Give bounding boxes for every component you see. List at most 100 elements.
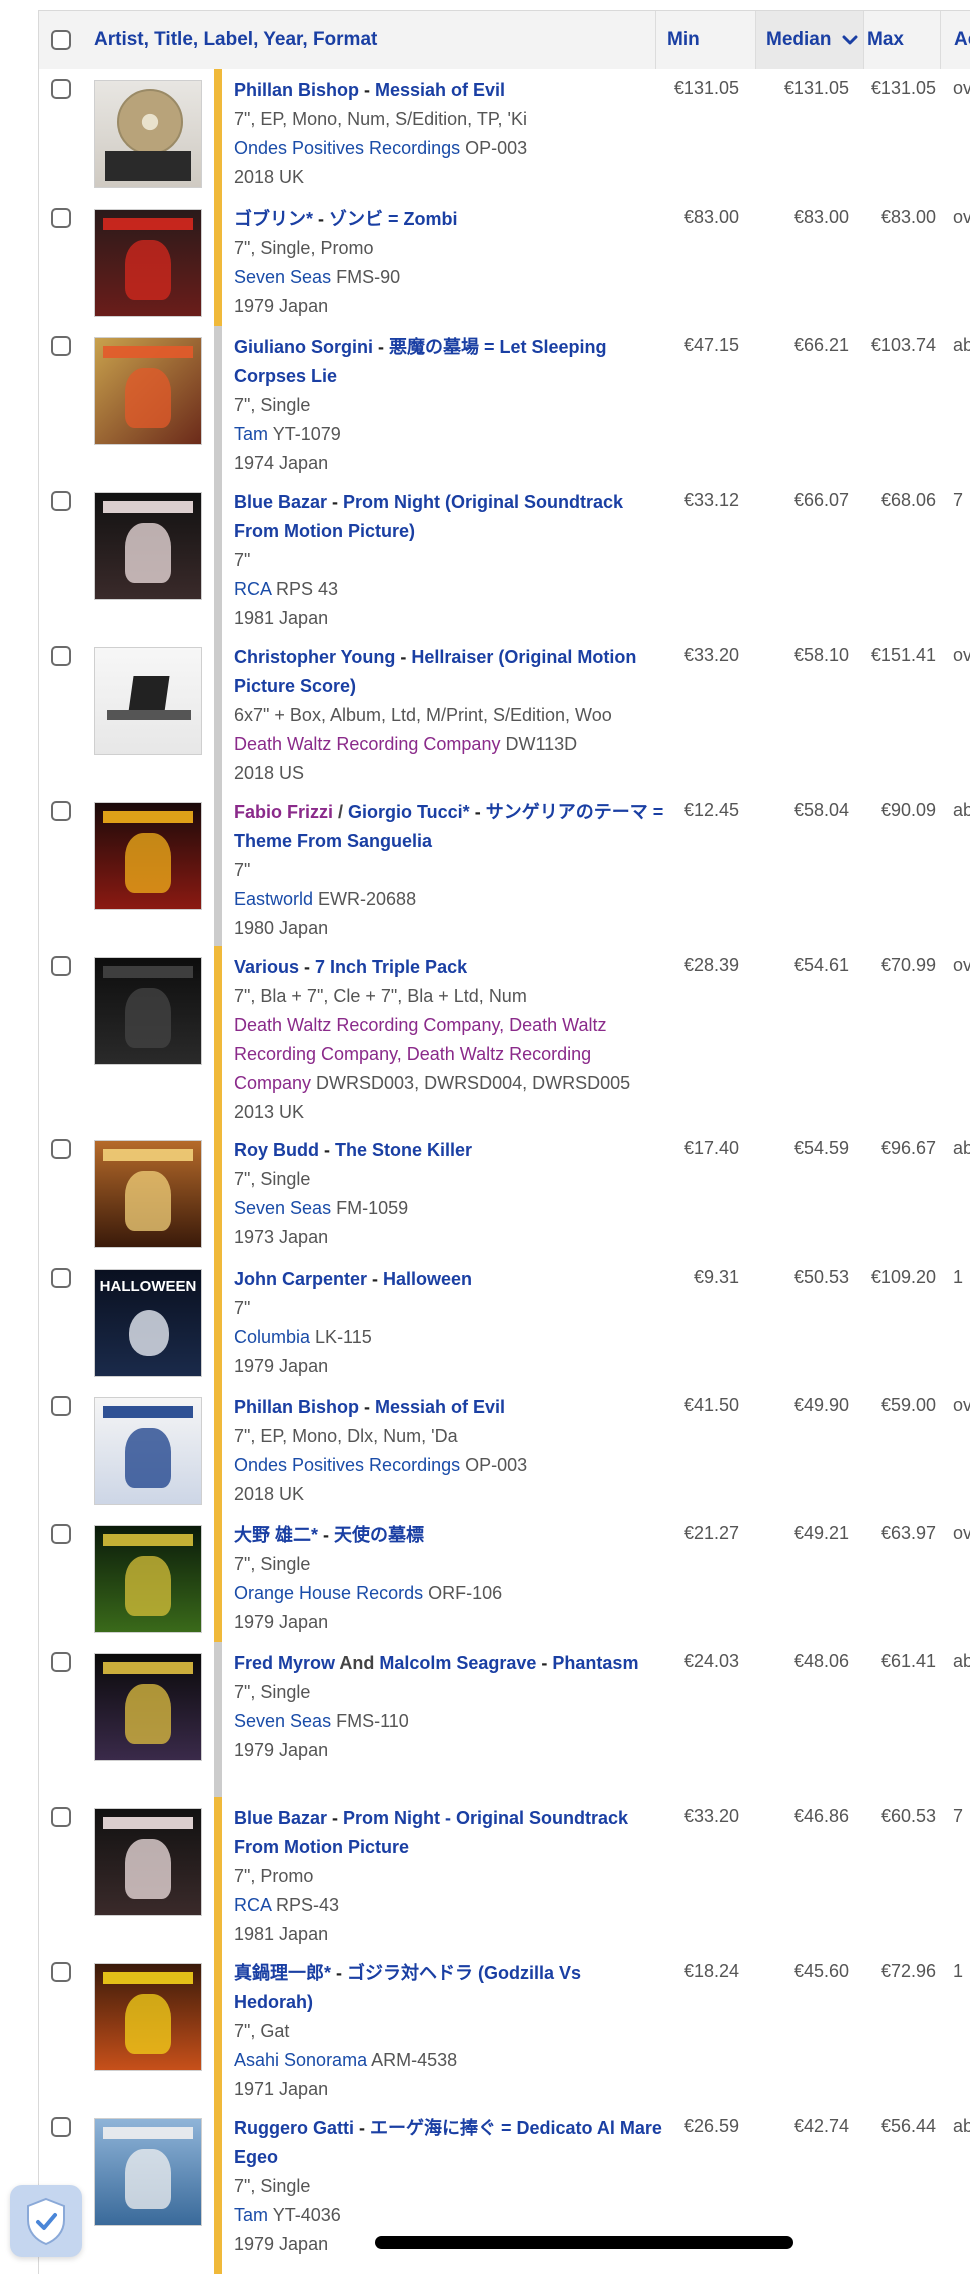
release-thumbnail[interactable] xyxy=(94,802,202,910)
label-link[interactable]: RCA xyxy=(234,579,271,599)
label-link[interactable]: Seven Seas xyxy=(234,267,331,287)
row-select-checkbox[interactable] xyxy=(51,1652,71,1672)
row-select-checkbox[interactable] xyxy=(51,1268,71,1288)
row-select-checkbox[interactable] xyxy=(51,646,71,666)
label-link[interactable]: Death Waltz Recording Company xyxy=(234,734,500,754)
release-thumbnail[interactable] xyxy=(94,80,202,188)
max-column-header[interactable]: Max xyxy=(867,11,904,69)
median-column-header[interactable]: Median xyxy=(756,11,863,69)
label-link[interactable]: Seven Seas xyxy=(234,1711,331,1731)
release-column-header[interactable]: Artist, Title, Label, Year, Format xyxy=(94,11,377,69)
release-thumbnail[interactable] xyxy=(94,1963,202,2071)
condition-bar xyxy=(214,2107,222,2274)
row-select-checkbox[interactable] xyxy=(51,336,71,356)
row-select-checkbox[interactable] xyxy=(51,1962,71,1982)
label-link[interactable]: Ondes Positives Recordings xyxy=(234,1455,460,1475)
min-column-header[interactable]: Min xyxy=(667,11,700,69)
label-link[interactable]: Ondes Positives Recordings xyxy=(234,138,460,158)
row-select-checkbox[interactable] xyxy=(51,208,71,228)
row-select-checkbox[interactable] xyxy=(51,2117,71,2137)
release-title-link[interactable]: Messiah of Evil xyxy=(375,1397,505,1417)
artist-link[interactable]: Fred Myrow xyxy=(234,1653,335,1673)
added-column-header[interactable]: Ac xyxy=(954,11,970,69)
release-info: Giuliano Sorgini - 悪魔の墓場 = Let Sleeping … xyxy=(234,333,664,478)
label-link[interactable]: Seven Seas xyxy=(234,1198,331,1218)
artist-link[interactable]: Roy Budd xyxy=(234,1140,319,1160)
release-thumbnail[interactable] xyxy=(94,2118,202,2226)
privacy-shield-button[interactable] xyxy=(10,2185,82,2257)
vinyl-disc-art xyxy=(117,89,183,155)
table-row[interactable]: Fabio Frizzi / Giorgio Tucci* - サンゲリアのテー… xyxy=(39,791,970,947)
artist-link[interactable]: Blue Bazar xyxy=(234,492,327,512)
table-row[interactable]: Blue Bazar - Prom Night (Original Soundt… xyxy=(39,481,970,637)
table-row[interactable]: 真鍋理一郎* - ゴジラ対ヘドラ (Godzilla Vs Hedorah) 7"… xyxy=(39,1952,970,2108)
artist-link[interactable]: Giorgio Tucci* xyxy=(348,802,470,822)
row-select-checkbox[interactable] xyxy=(51,1396,71,1416)
chevron-down-icon xyxy=(842,35,858,45)
artist-link[interactable]: Fabio Frizzi xyxy=(234,802,333,822)
label-link[interactable]: Asahi Sonorama xyxy=(234,2050,367,2070)
release-title-link[interactable]: Halloween xyxy=(383,1269,472,1289)
row-select-checkbox[interactable] xyxy=(51,1139,71,1159)
release-thumbnail[interactable] xyxy=(94,1140,202,1248)
row-select-checkbox[interactable] xyxy=(51,801,71,821)
release-title-link[interactable]: ゾンビ = Zombi xyxy=(329,209,458,229)
title-separator: - xyxy=(367,1269,384,1289)
table-row[interactable]: Various - 7 Inch Triple Pack 7", Bla + 7"… xyxy=(39,946,970,1130)
table-row[interactable]: Fred Myrow And Malcolm Seagrave - Phanta… xyxy=(39,1642,970,1798)
label-link[interactable]: Orange House Records xyxy=(234,1583,423,1603)
artist-link[interactable]: Various xyxy=(234,957,299,977)
artist-link[interactable]: Malcolm Seagrave xyxy=(379,1653,536,1673)
release-thumbnail[interactable] xyxy=(94,492,202,600)
release-title-link[interactable]: The Stone Killer xyxy=(335,1140,472,1160)
release-thumbnail[interactable]: HALLOWEEN xyxy=(94,1269,202,1377)
row-select-checkbox[interactable] xyxy=(51,1807,71,1827)
table-row[interactable]: Phillan Bishop - Messiah of Evil 7", EP, … xyxy=(39,1386,970,1515)
label-link[interactable]: Columbia xyxy=(234,1327,310,1347)
artist-link[interactable]: 大野 雄二* xyxy=(234,1525,318,1545)
table-row[interactable]: Giuliano Sorgini - 悪魔の墓場 = Let Sleeping … xyxy=(39,326,970,482)
table-row[interactable]: Blue Bazar - Prom Night - Original Sound… xyxy=(39,1797,970,1953)
artist-link[interactable]: Giuliano Sorgini xyxy=(234,337,373,357)
release-title-link[interactable]: 天使の墓標 xyxy=(334,1525,424,1545)
release-thumbnail[interactable] xyxy=(94,957,202,1065)
release-thumbnail[interactable] xyxy=(94,1397,202,1505)
artist-link[interactable]: Christopher Young xyxy=(234,647,395,667)
min-price: €21.27 xyxy=(683,1523,739,1543)
row-select-checkbox[interactable] xyxy=(51,79,71,99)
release-thumbnail[interactable] xyxy=(94,647,202,755)
table-row[interactable]: ゴブリン* - ゾンビ = Zombi 7", Single, Promo Seve… xyxy=(39,198,970,327)
median-price: €131.05 xyxy=(783,78,849,98)
select-all-checkbox[interactable] xyxy=(51,30,71,50)
release-thumbnail[interactable] xyxy=(94,1808,202,1916)
table-row[interactable]: 大野 雄二* - 天使の墓標 7", Single Orange House Rec… xyxy=(39,1514,970,1643)
table-row[interactable]: HALLOWEEN John Carpenter - Halloween 7" Col… xyxy=(39,1258,970,1387)
table-row[interactable]: Christopher Young - Hellraiser (Original… xyxy=(39,636,970,792)
release-title-link[interactable]: 7 Inch Triple Pack xyxy=(315,957,467,977)
release-thumbnail[interactable] xyxy=(94,209,202,317)
artist-link[interactable]: 真鍋理一郎* xyxy=(234,1963,331,1983)
table-row[interactable]: Roy Budd - The Stone Killer 7", Single Sev… xyxy=(39,1129,970,1259)
label-link[interactable]: Tam xyxy=(234,424,268,444)
label-link[interactable]: Tam xyxy=(234,2205,268,2225)
row-select-checkbox[interactable] xyxy=(51,491,71,511)
artist-link[interactable]: Blue Bazar xyxy=(234,1808,327,1828)
artist-link[interactable]: John Carpenter xyxy=(234,1269,367,1289)
release-title-link[interactable]: Messiah of Evil xyxy=(375,80,505,100)
release-thumbnail[interactable] xyxy=(94,1525,202,1633)
median-price: €66.21 xyxy=(793,335,849,355)
release-label: Seven Seas FMS-90 xyxy=(234,263,664,292)
table-row[interactable]: Phillan Bishop - Messiah of Evil 7", EP, … xyxy=(39,69,970,199)
release-title-link[interactable]: Phantasm xyxy=(552,1653,638,1673)
label-link[interactable]: RCA xyxy=(234,1895,271,1915)
artist-link[interactable]: ゴブリン* xyxy=(234,209,313,229)
row-select-checkbox[interactable] xyxy=(51,1524,71,1544)
release-thumbnail[interactable] xyxy=(94,1653,202,1761)
artist-link[interactable]: Phillan Bishop xyxy=(234,1397,359,1417)
artist-link[interactable]: Phillan Bishop xyxy=(234,80,359,100)
row-select-checkbox[interactable] xyxy=(51,956,71,976)
column-divider xyxy=(655,11,656,69)
artist-link[interactable]: Ruggero Gatti xyxy=(234,2118,354,2138)
label-link[interactable]: Eastworld xyxy=(234,889,313,909)
release-thumbnail[interactable] xyxy=(94,337,202,445)
